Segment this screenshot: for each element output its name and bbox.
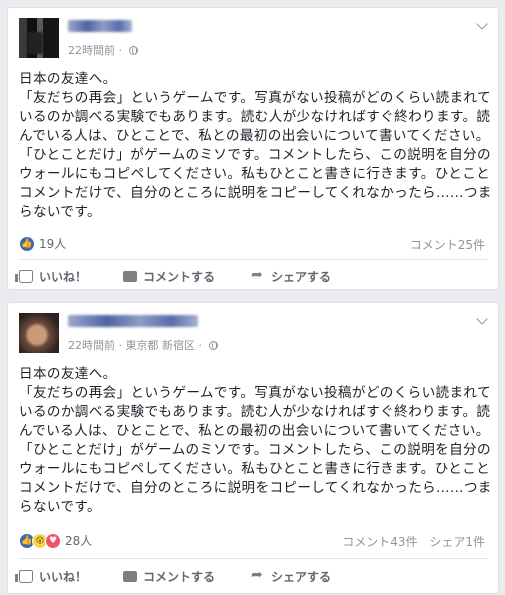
action-bar: いいね！ コメントする シェアする xyxy=(15,265,487,287)
share-button[interactable]: シェアする xyxy=(251,567,332,585)
comment-count[interactable]: コメント25件 xyxy=(410,238,485,252)
globe-icon xyxy=(208,341,218,350)
divider xyxy=(19,259,487,260)
comment-label: コメントする xyxy=(143,569,216,584)
action-bar: いいね！ コメントする シェアする xyxy=(15,565,487,587)
comment-count[interactable]: コメント43件 xyxy=(342,535,417,549)
post-time[interactable]: 22時間前 xyxy=(68,44,115,57)
reactions-summary[interactable]: 👍 😮 ♥ 28人 xyxy=(19,532,92,549)
like-label: いいね！ xyxy=(39,269,88,284)
author-name-blurred[interactable] xyxy=(68,20,132,32)
post-body: 日本の友達へ。 「友だちの再会」というゲームです。写真がない投稿がどのくらい読ま… xyxy=(19,366,492,515)
thumbs-up-icon xyxy=(15,269,33,283)
comment-icon xyxy=(123,270,138,282)
divider xyxy=(19,558,487,559)
reaction-count[interactable]: 28人 xyxy=(65,532,92,549)
post-location[interactable]: 東京都 新宿区 xyxy=(126,339,196,352)
like-button[interactable]: いいね！ xyxy=(15,568,88,585)
avatar[interactable] xyxy=(19,18,59,58)
comment-icon xyxy=(123,570,138,582)
post-meta: 22時間前 · 東京都 新宿区 · xyxy=(68,337,218,353)
post-time[interactable]: 22時間前 xyxy=(68,339,115,352)
avatar[interactable] xyxy=(19,313,59,353)
love-reaction-icon: ♥ xyxy=(45,532,61,549)
comment-button[interactable]: コメントする xyxy=(123,568,215,585)
comment-label: コメントする xyxy=(143,269,216,284)
author-name-blurred[interactable] xyxy=(68,315,198,327)
like-label: いいね！ xyxy=(39,569,88,584)
thumbs-up-icon xyxy=(15,569,33,583)
share-label: シェアする xyxy=(271,269,332,284)
share-button[interactable]: シェアする xyxy=(251,267,332,285)
chevron-down-icon[interactable] xyxy=(476,18,488,30)
like-reaction-icon: 👍 xyxy=(19,235,35,252)
post-card: 22時間前 · 東京都 新宿区 · 日本の友達へ。 「友だちの再会」というゲーム… xyxy=(7,302,499,594)
share-icon xyxy=(251,567,265,583)
chevron-down-icon[interactable] xyxy=(476,313,488,325)
post-card: 22時間前 · 日本の友達へ。 「友だちの再会」というゲームです。写真がない投稿… xyxy=(7,7,499,290)
share-label: シェアする xyxy=(271,569,332,584)
share-icon xyxy=(251,267,265,283)
globe-icon xyxy=(128,46,138,55)
like-button[interactable]: いいね！ xyxy=(15,268,88,285)
reaction-count[interactable]: 19人 xyxy=(39,235,66,252)
reactions-summary[interactable]: 👍 19人 xyxy=(19,235,66,252)
post-stats: コメント25件 xyxy=(410,236,485,253)
share-count[interactable]: シェア1件 xyxy=(429,535,485,549)
post-meta: 22時間前 · xyxy=(68,42,138,58)
post-stats: コメント43件 シェア1件 xyxy=(342,533,485,550)
post-body: 日本の友達へ。 「友だちの再会」というゲームです。写真がない投稿がどのくらい読ま… xyxy=(19,71,492,220)
comment-button[interactable]: コメントする xyxy=(123,268,215,285)
